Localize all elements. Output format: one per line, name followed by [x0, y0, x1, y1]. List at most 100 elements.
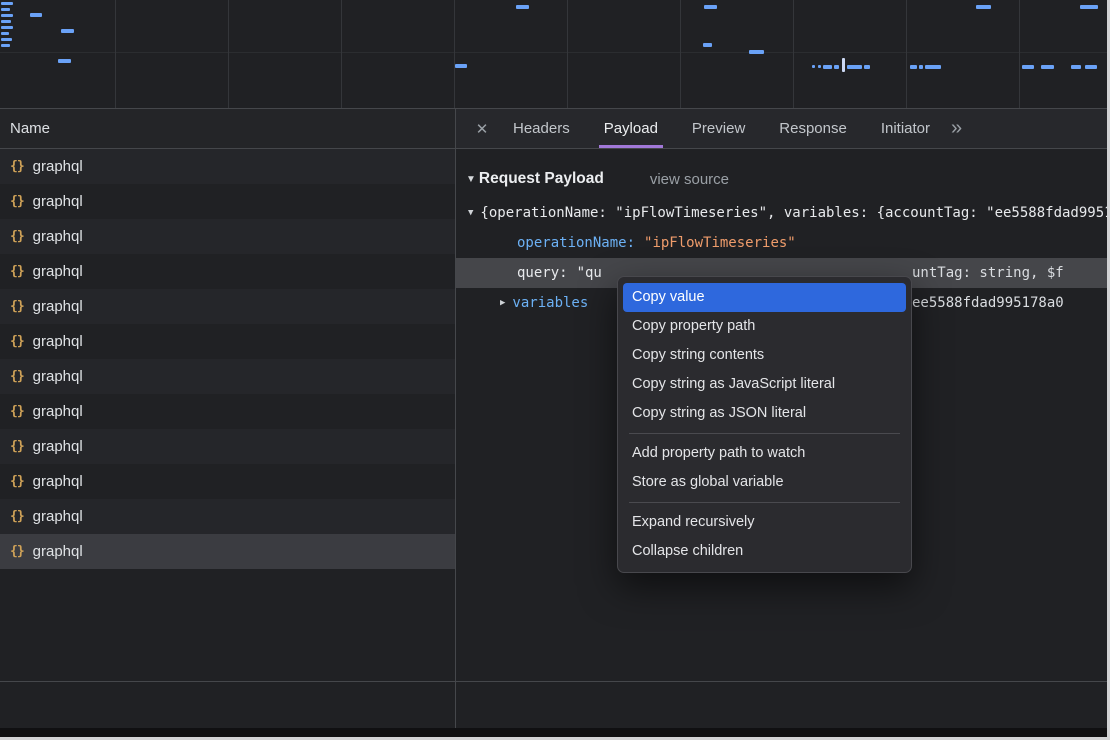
footer-divider — [0, 681, 1107, 682]
overview-gridline — [680, 0, 681, 108]
json-string-value: "ipFlowTimeseries" — [644, 235, 796, 251]
request-name: graphql — [33, 333, 83, 350]
json-braces-icon: {} — [10, 474, 24, 489]
menu-item[interactable]: Copy string contents — [623, 341, 906, 370]
view-source-link[interactable]: view source — [650, 171, 729, 188]
close-icon: ✕ — [476, 120, 489, 138]
overflow-tabs-button[interactable]: » — [951, 109, 962, 148]
menu-item[interactable]: Copy string as JavaScript literal — [623, 370, 906, 399]
json-braces-icon: {} — [10, 159, 24, 174]
request-name: graphql — [33, 543, 83, 560]
waterfall-bar — [516, 5, 529, 9]
json-key: variables — [512, 295, 588, 311]
json-braces-icon: {} — [10, 544, 24, 559]
tab-preview[interactable]: Preview — [675, 109, 762, 148]
overview-gridline — [793, 0, 794, 108]
json-string-value-right: untTag: string, $f — [912, 258, 1064, 288]
menu-item[interactable]: Store as global variable — [623, 468, 906, 497]
tab-headers[interactable]: Headers — [496, 109, 587, 148]
network-request-row[interactable]: {} graphql — [0, 219, 455, 254]
overview-gridline — [567, 0, 568, 108]
menu-item[interactable]: Collapse children — [623, 537, 906, 566]
network-request-row[interactable]: {} graphql — [0, 254, 455, 289]
section-disclosure-triangle-icon: ▼ — [466, 174, 476, 185]
menu-item[interactable]: Expand recursively — [623, 508, 906, 537]
waterfall-bar — [847, 65, 862, 69]
root-object-preview: {operationName: "ipFlowTimeseries", vari… — [480, 205, 1107, 221]
menu-item[interactable]: Copy string as JSON literal — [623, 399, 906, 428]
overview-lane-divider — [0, 52, 1107, 53]
json-braces-icon: {} — [10, 439, 24, 454]
request-name: graphql — [33, 158, 83, 175]
menu-item[interactable]: Copy value — [623, 283, 906, 312]
network-request-row[interactable]: {} graphql — [0, 289, 455, 324]
request-name: graphql — [33, 193, 83, 210]
waterfall-bar — [749, 50, 764, 54]
overview-gridline — [906, 0, 907, 108]
waterfall-bar — [1, 20, 11, 23]
waterfall-bar — [1, 38, 12, 41]
context-menu: Copy valueCopy property pathCopy string … — [617, 276, 912, 573]
disclosure-triangle-icon[interactable]: ▶ — [500, 288, 505, 318]
json-key: operationName: — [517, 235, 635, 251]
request-name: graphql — [33, 298, 83, 315]
request-name: graphql — [33, 403, 83, 420]
waterfall-bar — [919, 65, 923, 69]
json-string-value-left: "qu — [577, 265, 602, 281]
json-braces-icon: {} — [10, 369, 24, 384]
request-name: graphql — [33, 263, 83, 280]
network-request-row[interactable]: {} graphql — [0, 324, 455, 359]
waterfall-bar — [1, 26, 13, 29]
network-main-area: Name {} graphql {} graphql {} graphql {}… — [0, 109, 1107, 737]
menu-item[interactable]: Copy property path — [623, 312, 906, 341]
menu-separator — [629, 433, 900, 434]
payload-section-header[interactable]: ▼ Request Payload view source — [466, 170, 1107, 188]
json-braces-icon: {} — [10, 509, 24, 524]
waterfall-bar — [818, 65, 821, 68]
menu-separator — [629, 502, 900, 503]
network-request-row[interactable]: {} graphql — [0, 359, 455, 394]
network-request-row[interactable]: {} graphql — [0, 429, 455, 464]
network-request-row[interactable]: {} graphql — [0, 464, 455, 499]
waterfall-bar — [58, 59, 71, 63]
request-list-header[interactable]: Name — [0, 109, 455, 149]
tree-root-row[interactable]: ▼ {operationName: "ipFlowTimeseries", var… — [456, 198, 1107, 228]
waterfall-bar — [1, 2, 13, 5]
network-request-row[interactable]: {} graphql — [0, 499, 455, 534]
json-braces-icon: {} — [10, 194, 24, 209]
requests-panel: Name {} graphql {} graphql {} graphql {}… — [0, 109, 456, 737]
network-request-row[interactable]: {} graphql — [0, 149, 455, 184]
tab-initiator[interactable]: Initiator — [864, 109, 947, 148]
waterfall-bar — [1, 32, 9, 35]
waterfall-bar — [1071, 65, 1081, 69]
json-braces-icon: {} — [10, 334, 24, 349]
close-panel-button[interactable]: ✕ — [468, 109, 496, 148]
overview-gridline — [228, 0, 229, 108]
waterfall-bar — [910, 65, 917, 69]
waterfall-bar — [1080, 5, 1098, 9]
json-key: query: — [517, 265, 568, 281]
menu-item[interactable]: Add property path to watch — [623, 439, 906, 468]
waterfall-bar — [1022, 65, 1034, 69]
request-name: graphql — [33, 473, 83, 490]
tab-response[interactable]: Response — [762, 109, 864, 148]
network-request-row[interactable]: {} graphql — [0, 534, 455, 569]
network-request-row[interactable]: {} graphql — [0, 184, 455, 219]
waterfall-bar — [812, 65, 815, 68]
waterfall-bar — [1, 8, 10, 11]
network-request-row[interactable]: {} graphql — [0, 394, 455, 429]
network-overview[interactable] — [0, 0, 1107, 109]
waterfall-bar — [1041, 65, 1054, 69]
json-braces-icon: {} — [10, 299, 24, 314]
waterfall-bar — [823, 65, 832, 69]
overview-gridline — [1019, 0, 1020, 108]
request-name: graphql — [33, 508, 83, 525]
request-name: graphql — [33, 228, 83, 245]
tree-row-operationname[interactable]: operationName: "ipFlowTimeseries" — [456, 228, 1107, 258]
name-column-label: Name — [10, 120, 50, 137]
tab-payload[interactable]: Payload — [587, 109, 675, 148]
waterfall-bar — [976, 5, 991, 9]
disclosure-triangle-icon[interactable]: ▼ — [468, 198, 473, 228]
waterfall-bar — [703, 43, 712, 47]
waterfall-bar — [704, 5, 717, 9]
